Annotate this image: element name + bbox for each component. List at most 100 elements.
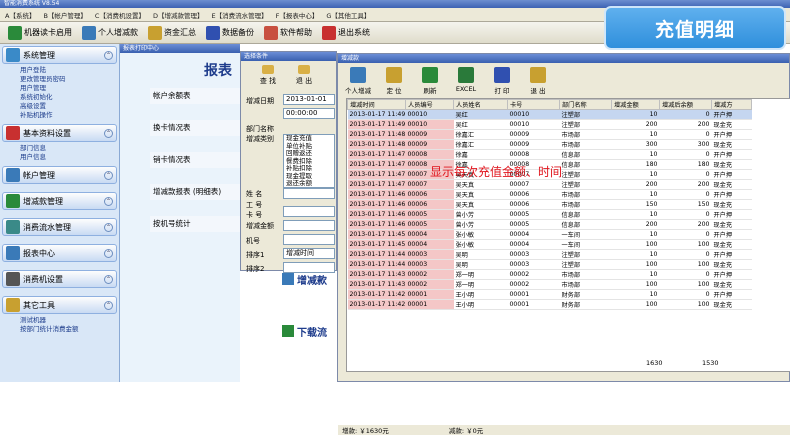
table-row[interactable]: 2013-01-17 11:43 00002 郑一明 00002 市场部 100 100 现金… — [347, 279, 752, 290]
toolbar-button-3[interactable]: 数据备份 — [202, 24, 258, 42]
table-cell: 00009 — [507, 129, 560, 140]
sidebar-link[interactable]: 部门信息 — [20, 144, 119, 153]
table-row[interactable]: 2013-01-17 11:46 00005 曾小芳 00005 信息部 10 0 开户押 — [347, 209, 752, 220]
sidebar-section-5[interactable]: 报表中心 ⌃ — [2, 244, 117, 262]
sidebar-link[interactable]: 高级设置 — [20, 102, 119, 111]
sidebar-link[interactable]: 补贴机操作 — [20, 111, 119, 120]
chevron-up-icon[interactable]: ⌃ — [104, 274, 113, 284]
card-label: 卡 号 — [246, 211, 263, 219]
card-input[interactable] — [283, 206, 335, 217]
chevron-up-icon[interactable]: ⌃ — [104, 300, 113, 310]
adjust-icon — [282, 273, 294, 285]
sidebar-link[interactable]: 用户管理 — [20, 84, 119, 93]
chevron-up-icon[interactable]: ⌃ — [104, 196, 113, 206]
column-header[interactable]: 卡号 — [507, 99, 560, 110]
table-cell: 00003 — [507, 259, 560, 270]
column-header[interactable]: 增减金额 — [611, 99, 660, 110]
sidebar-section-6[interactable]: 消费机设置 ⌃ — [2, 270, 117, 288]
grid-button-4[interactable]: 打 印 — [486, 67, 518, 97]
table-row[interactable]: 2013-01-17 11:45 00004 张小敏 00004 一车间 10 0 开户押 — [347, 229, 752, 240]
report-item[interactable]: 按机号统计 — [150, 216, 240, 232]
table-row[interactable]: 2013-01-17 11:43 00002 郑一明 00002 市场部 10 0 开户押 — [347, 269, 752, 280]
table-row[interactable]: 2013-01-17 11:48 00009 徐嘉汇 00009 市场部 10 0 开户押 — [347, 129, 752, 140]
menu-item-1[interactable]: B【帐户管理】 — [41, 10, 88, 20]
column-header[interactable]: 增减时间 — [347, 99, 406, 110]
exit-button[interactable]: 退 出 — [291, 65, 317, 87]
amount-input[interactable] — [283, 220, 335, 231]
date-input[interactable]: 2013-01-01 — [283, 94, 335, 105]
time-input[interactable]: 00:00:00 — [283, 108, 335, 119]
chevron-up-icon[interactable]: ⌃ — [104, 50, 113, 60]
table-cell: 00008 — [405, 149, 454, 160]
report-item[interactable]: 帐户余额表 — [150, 88, 240, 104]
grid-button-0[interactable]: 个人增减 — [342, 67, 374, 97]
sidebar-section-4[interactable]: 消费流水管理 ⌃ — [2, 218, 117, 236]
table-row[interactable]: 2013-01-17 11:46 00006 吴天真 00006 市场部 150 150 现金… — [347, 199, 752, 210]
sidebar-link[interactable]: 更改管理员密码 — [20, 75, 119, 84]
menu-item-2[interactable]: C【消费机设置】 — [93, 10, 147, 20]
toolbar-button-1[interactable]: 个人增减款 — [78, 24, 142, 42]
grid-button-3[interactable]: EXCEL — [450, 67, 482, 97]
column-header[interactable]: 增减后余额 — [659, 99, 712, 110]
sidebar-section-0[interactable]: 系统管理 ⌃ — [2, 46, 117, 64]
chevron-up-icon[interactable]: ⌃ — [104, 222, 113, 232]
column-header[interactable]: 人员编号 — [405, 99, 454, 110]
report-lower-item[interactable]: 下载流 — [282, 320, 340, 342]
sidebar-section-1[interactable]: 基本资料设置 ⌃ — [2, 124, 117, 142]
toolbar-button-0[interactable]: 机器读卡启用 — [4, 24, 76, 42]
chevron-up-icon[interactable]: ⌃ — [104, 170, 113, 180]
sidebar-section-2[interactable]: 帐户管理 ⌃ — [2, 166, 117, 184]
toolbar-button-2[interactable]: 资金汇总 — [144, 24, 200, 42]
table-row[interactable]: 2013-01-17 11:47 00008 徐嘉 00008 信息部 10 0 开户押 — [347, 149, 752, 160]
sort1-select[interactable]: 增减时间 — [283, 248, 335, 259]
table-cell: 00005 — [405, 219, 454, 230]
search-button[interactable]: 查 找 — [255, 65, 281, 87]
table-row[interactable]: 2013-01-17 11:48 00009 徐嘉汇 00009 市场部 300 300 现金… — [347, 139, 752, 150]
table-row[interactable]: 2013-01-17 11:46 00006 吴天真 00006 市场部 10 0 开户押 — [347, 189, 752, 200]
sidebar-section-3[interactable]: 增减款管理 ⌃ — [2, 192, 117, 210]
chevron-up-icon[interactable]: ⌃ — [104, 248, 113, 258]
table-row[interactable]: 2013-01-17 11:49 00010 吴红 00010 注塑部 10 0 开户押 — [347, 109, 752, 120]
table-row[interactable]: 2013-01-17 11:44 00003 吴明 00003 注塑部 10 0 开户押 — [347, 249, 752, 260]
toolbar-button-5[interactable]: 退出系统 — [318, 24, 374, 42]
table-row[interactable]: 2013-01-17 11:46 00005 曾小芳 00005 信息部 200 200 现金… — [347, 219, 752, 230]
report-item[interactable]: 换卡情况表 — [150, 120, 240, 136]
menu-item-0[interactable]: A【系统】 — [3, 10, 37, 20]
table-cell: 注塑部 — [559, 249, 612, 260]
table-row[interactable]: 2013-01-17 11:42 00001 王小明 00001 财务部 100 100 现金… — [347, 299, 752, 310]
name-input[interactable] — [283, 188, 335, 199]
menu-item-3[interactable]: D【增减款管理】 — [151, 10, 206, 20]
chevron-up-icon[interactable]: ⌃ — [104, 128, 113, 138]
table-row[interactable]: 2013-01-17 11:47 00007 吴天真 00007 注塑部 200 200 现金… — [347, 179, 752, 190]
report-item[interactable]: 增减款报表 (明细表) — [150, 184, 240, 200]
table-row[interactable]: 2013-01-17 11:49 00010 吴红 00010 注塑部 200 200 现金充 — [347, 119, 752, 130]
menu-item-6[interactable]: G【其他工具】 — [324, 10, 372, 20]
machine-input[interactable] — [283, 234, 335, 245]
table-row[interactable]: 2013-01-17 11:45 00004 张小敏 00004 一车间 100 100 现金… — [347, 239, 752, 250]
table-row[interactable]: 2013-01-17 11:44 00003 吴明 00003 注塑部 100 100 现金充 — [347, 259, 752, 270]
column-header[interactable]: 增减方 — [711, 99, 752, 110]
grid-button-1[interactable]: 定 位 — [378, 67, 410, 97]
table-cell: 10 — [611, 249, 660, 260]
sidebar-link[interactable]: 系统初始化 — [20, 93, 119, 102]
grid-button-5[interactable]: 退 出 — [522, 67, 554, 97]
table-cell: 200 — [611, 119, 660, 130]
report-item[interactable]: 销卡情况表 — [150, 152, 240, 168]
table-row[interactable]: 2013-01-17 11:42 00001 王小明 00001 财务部 10 0 开户押 — [347, 289, 752, 300]
sort2-select[interactable] — [283, 262, 335, 273]
menu-item-4[interactable]: E【消费流水管理】 — [209, 10, 269, 20]
menu-item-5[interactable]: F【报表中心】 — [274, 10, 321, 20]
table-cell: 现金充 — [711, 199, 752, 210]
grid-button-2[interactable]: 刷新 — [414, 67, 446, 97]
sidebar-link[interactable]: 用户信息 — [20, 153, 119, 162]
sidebar-link[interactable]: 用户登陆 — [20, 66, 119, 75]
type-listbox[interactable]: 现金充值 单位补贴 回赠返还 餐费扣除 补贴扣除 现金提取 退还余额 — [283, 134, 335, 188]
type-option[interactable]: 退还余额 — [284, 179, 334, 188]
toolbar-button-4[interactable]: 软件帮助 — [260, 24, 316, 42]
name-label: 姓 名 — [246, 190, 263, 198]
sidebar-section-7[interactable]: 其它工具 ⌃ — [2, 296, 117, 314]
column-header[interactable]: 部门名称 — [559, 99, 612, 110]
sidebar-link[interactable]: 按部门统计消费金额 — [20, 325, 119, 334]
column-header[interactable]: 人员姓名 — [453, 99, 508, 110]
sidebar-link[interactable]: 测试机器 — [20, 316, 119, 325]
